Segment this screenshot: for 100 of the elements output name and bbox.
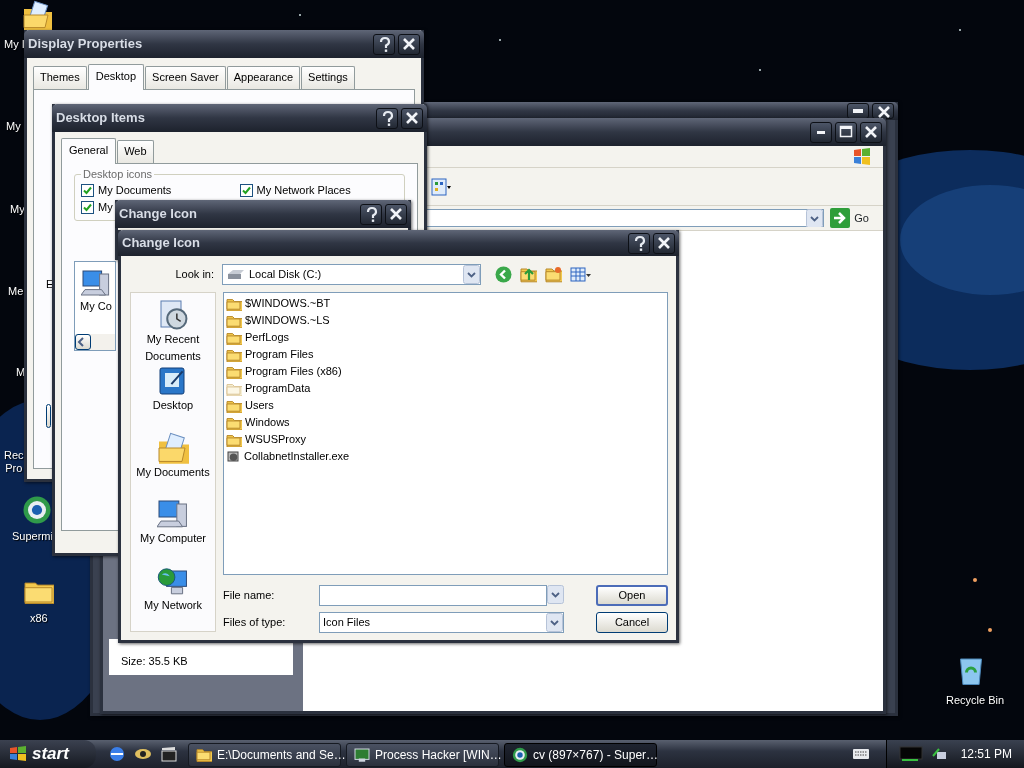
help-button[interactable] bbox=[360, 203, 382, 225]
tab[interactable]: Settings bbox=[301, 66, 355, 89]
label-text: E bbox=[46, 276, 54, 292]
maximize-button[interactable] bbox=[847, 103, 869, 119]
up-folder-icon[interactable] bbox=[520, 265, 537, 283]
windows-logo-icon bbox=[8, 745, 28, 763]
place-item[interactable]: My Computer bbox=[133, 498, 213, 565]
clock[interactable]: 12:51 PM bbox=[960, 745, 1012, 763]
view-icon[interactable] bbox=[431, 176, 451, 197]
view-menu-icon[interactable] bbox=[570, 265, 592, 283]
close-button[interactable] bbox=[385, 203, 407, 225]
open-button[interactable]: Open bbox=[596, 585, 668, 606]
new-folder-icon[interactable] bbox=[545, 265, 562, 283]
help-button[interactable] bbox=[373, 33, 395, 55]
window-title: Desktop Items bbox=[56, 109, 146, 128]
tab[interactable]: Screen Saver bbox=[145, 66, 226, 89]
start-button[interactable]: start bbox=[0, 740, 96, 768]
partial-button[interactable] bbox=[46, 404, 51, 428]
file-type-dropdown[interactable]: Icon Files bbox=[319, 612, 564, 633]
place-item[interactable]: My Network bbox=[133, 564, 213, 632]
tab[interactable]: Desktop bbox=[87, 64, 145, 90]
checkbox-label: My Documents bbox=[98, 183, 172, 199]
close-icon bbox=[401, 36, 417, 52]
chevron-icon bbox=[547, 585, 564, 606]
icon-label: Me bbox=[8, 285, 24, 298]
field-label: Look in: bbox=[174, 266, 215, 282]
file-item[interactable]: Program Files (x86) bbox=[226, 363, 665, 380]
close-icon bbox=[876, 104, 890, 118]
scrollbar[interactable] bbox=[75, 334, 115, 350]
tab[interactable]: General bbox=[61, 138, 117, 164]
close-icon bbox=[863, 124, 879, 140]
scroll-left-button[interactable] bbox=[75, 334, 91, 350]
computer-icon[interactable] bbox=[81, 268, 111, 298]
dropdown-button[interactable] bbox=[547, 585, 564, 606]
tab[interactable]: Web bbox=[117, 140, 154, 163]
tab[interactable]: Themes bbox=[33, 66, 87, 89]
close-button[interactable] bbox=[872, 103, 894, 119]
detail-text: Size: 35.5 KB bbox=[121, 653, 189, 669]
icon-label: My bbox=[10, 203, 25, 216]
close-button[interactable] bbox=[653, 232, 675, 254]
close-icon bbox=[656, 235, 672, 251]
clapperboard-icon[interactable] bbox=[160, 745, 178, 763]
taskbar-button[interactable]: cv (897×767) - Super… bbox=[504, 743, 657, 767]
file-item[interactable]: Windows bbox=[226, 414, 665, 431]
documents-icon[interactable] bbox=[22, 0, 52, 30]
close-button[interactable] bbox=[398, 33, 420, 55]
check-icon bbox=[240, 185, 252, 196]
browser-icon[interactable] bbox=[108, 745, 126, 763]
file-item[interactable]: $WINDOWS.~LS bbox=[226, 312, 665, 329]
network-icon[interactable] bbox=[930, 746, 947, 762]
file-item[interactable]: Program Files bbox=[226, 346, 665, 363]
file-name-field[interactable] bbox=[319, 585, 547, 606]
keyboard-icon[interactable] bbox=[851, 748, 870, 760]
file-item[interactable]: Users bbox=[226, 397, 665, 414]
field-label: File name: bbox=[223, 588, 276, 604]
file-item[interactable]: $WINDOWS.~BT bbox=[226, 295, 665, 312]
windows-logo-icon bbox=[851, 146, 873, 166]
monitor-icon bbox=[354, 747, 370, 763]
checkbox[interactable] bbox=[81, 201, 94, 214]
place-item[interactable]: Desktop bbox=[133, 365, 213, 432]
icon-label: Recycle Bin bbox=[946, 694, 1005, 707]
monitor-icon[interactable] bbox=[898, 746, 923, 762]
place-item[interactable]: My Documents bbox=[133, 431, 213, 499]
minimize-button[interactable] bbox=[810, 121, 832, 143]
help-button[interactable] bbox=[376, 107, 398, 129]
check-icon bbox=[82, 185, 93, 196]
icon-label: My Co bbox=[80, 299, 112, 314]
drive-icon bbox=[227, 268, 245, 280]
icon-label: My bbox=[6, 120, 21, 133]
file-item[interactable]: PerfLogs bbox=[226, 329, 665, 346]
icon-label: Supermi bbox=[12, 530, 53, 543]
look-in-dropdown[interactable]: Local Disk (C:) bbox=[222, 263, 481, 285]
icon-label: M bbox=[16, 366, 26, 379]
close-button[interactable] bbox=[860, 121, 882, 143]
maximize-button[interactable] bbox=[835, 121, 857, 143]
documents-icon bbox=[157, 431, 189, 464]
close-button[interactable] bbox=[401, 107, 423, 129]
tab[interactable]: Appearance bbox=[226, 66, 301, 89]
file-item[interactable]: ProgramData bbox=[226, 380, 665, 397]
chevron-icon bbox=[463, 264, 480, 284]
window-title: Display Properties bbox=[28, 35, 144, 54]
checkbox-label: My bbox=[98, 200, 113, 216]
taskbar-button[interactable]: Process Hacker [WIN… bbox=[346, 743, 499, 767]
file-item[interactable]: WSUSProxy bbox=[226, 431, 665, 448]
checkbox-label: My Network Places bbox=[256, 183, 351, 199]
file-item[interactable]: CollabnetInstaller.exe bbox=[226, 448, 665, 465]
checkbox[interactable] bbox=[81, 184, 94, 197]
cancel-button[interactable]: Cancel bbox=[596, 612, 668, 633]
checkbox[interactable] bbox=[239, 184, 253, 197]
recent-documents-icon bbox=[157, 299, 189, 331]
help-button[interactable] bbox=[628, 232, 650, 254]
address-field[interactable] bbox=[425, 209, 825, 227]
close-icon bbox=[388, 206, 404, 222]
icon-label: Rec Pro bbox=[4, 449, 24, 475]
go-button[interactable]: Go bbox=[830, 208, 869, 228]
close-icon bbox=[404, 110, 420, 126]
chevron-icon bbox=[546, 613, 563, 632]
back-icon[interactable] bbox=[495, 265, 512, 283]
window-title: Change Icon bbox=[119, 205, 198, 224]
place-item[interactable]: My Recent Documents bbox=[133, 299, 213, 366]
